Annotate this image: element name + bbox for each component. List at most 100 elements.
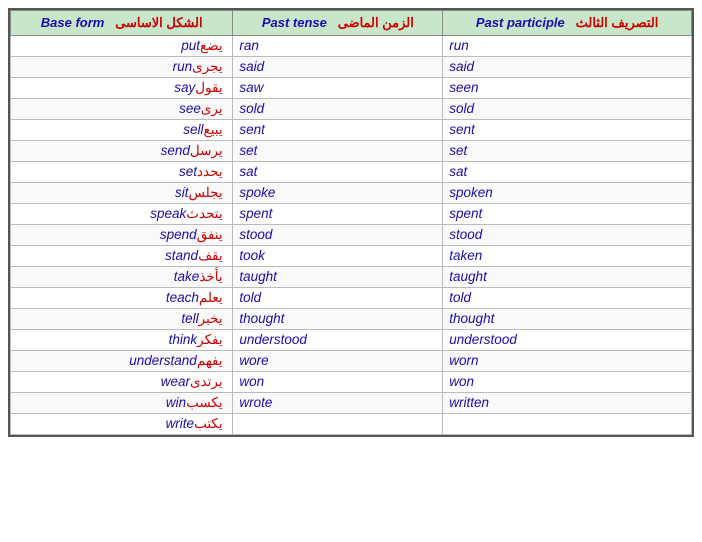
pp-cell: won: [443, 372, 692, 393]
pp-cell: set: [443, 141, 692, 162]
base-arabic: يأخذ: [199, 269, 226, 284]
base-cell: sit يجلس: [11, 183, 233, 204]
past-cell: took: [233, 246, 443, 267]
base-cell: run يجرى: [11, 57, 233, 78]
base-cell: take يأخذ: [11, 267, 233, 288]
pp-cell: taken: [443, 246, 692, 267]
base-arabic: يقول: [195, 80, 226, 95]
past-cell: understood: [233, 330, 443, 351]
base-english: win: [166, 395, 186, 410]
header-pp-ar: التصريف الثالث: [576, 15, 659, 30]
table-row: write يكتب: [11, 414, 692, 435]
past-cell: taught: [233, 267, 443, 288]
table-row: send يرسلsetset: [11, 141, 692, 162]
base-arabic: يبيع: [204, 122, 227, 137]
header-base-ar: الشكل الاساسى: [115, 15, 202, 30]
table-row: understand يفهمworeworn: [11, 351, 692, 372]
table-row: sit يجلسspokespoken: [11, 183, 692, 204]
table-row: speak يتحدثspentspent: [11, 204, 692, 225]
pp-cell: run: [443, 36, 692, 57]
base-cell: win يكسب: [11, 393, 233, 414]
past-cell: ran: [233, 36, 443, 57]
past-cell: wore: [233, 351, 443, 372]
base-english: spend: [160, 227, 197, 242]
pp-cell: thought: [443, 309, 692, 330]
base-cell: say يقول: [11, 78, 233, 99]
base-english: speak: [150, 206, 186, 221]
pp-cell: sat: [443, 162, 692, 183]
base-english: sit: [175, 185, 189, 200]
base-arabic: يحدد: [197, 164, 226, 179]
table-row: put يضع ranrun: [11, 36, 692, 57]
table-row: stand يقفtooktaken: [11, 246, 692, 267]
pp-cell: told: [443, 288, 692, 309]
base-cell: sell يبيع: [11, 120, 233, 141]
table-row: say يقولsawseen: [11, 78, 692, 99]
past-cell: wrote: [233, 393, 443, 414]
base-arabic: يقف: [198, 248, 226, 263]
base-english: stand: [165, 248, 198, 263]
base-arabic: ينفق: [197, 227, 227, 242]
past-cell: won: [233, 372, 443, 393]
base-english: write: [166, 416, 195, 431]
header-past-ar: الزمن الماضى: [338, 15, 414, 30]
base-english: wear: [161, 374, 190, 389]
table-row: wear يرتدى wonwon: [11, 372, 692, 393]
pp-cell: taught: [443, 267, 692, 288]
past-cell: spoke: [233, 183, 443, 204]
base-english: take: [174, 269, 200, 284]
pp-cell: said: [443, 57, 692, 78]
table-row: sell يبيعsentsent: [11, 120, 692, 141]
past-cell: sent: [233, 120, 443, 141]
base-english: set: [179, 164, 197, 179]
base-english: understand: [129, 353, 197, 368]
base-arabic: يفهم: [197, 353, 227, 368]
base-arabic: يرتدى: [190, 374, 226, 389]
base-arabic: يخبر: [199, 311, 227, 326]
base-cell: teach يعلم: [11, 288, 233, 309]
base-english: say: [174, 80, 195, 95]
table-row: win يكسبwrotewritten: [11, 393, 692, 414]
base-english: teach: [166, 290, 199, 305]
base-english: sell: [183, 122, 203, 137]
past-cell: spent: [233, 204, 443, 225]
base-arabic: يتحدث: [186, 206, 226, 221]
pp-cell: written: [443, 393, 692, 414]
pp-cell: worn: [443, 351, 692, 372]
past-cell: sat: [233, 162, 443, 183]
pp-cell: seen: [443, 78, 692, 99]
base-arabic: يكسب: [186, 395, 226, 410]
base-arabic: يجرى: [192, 59, 226, 74]
base-cell: speak يتحدث: [11, 204, 233, 225]
base-arabic: يجلس: [188, 185, 226, 200]
base-cell: set يحدد: [11, 162, 233, 183]
table-row: see يرىsoldsold: [11, 99, 692, 120]
base-english: send: [161, 143, 190, 158]
header-pp: Past participle التصريف الثالث: [443, 11, 692, 36]
pp-cell: [443, 414, 692, 435]
table-row: teach يعلمtoldtold: [11, 288, 692, 309]
base-english: think: [169, 332, 198, 347]
table-row: set يحددsatsat: [11, 162, 692, 183]
table-row: take يأخذtaughttaught: [11, 267, 692, 288]
base-cell: understand يفهم: [11, 351, 233, 372]
verb-table: Base form الشكل الاساسى Past tense الزمن…: [8, 8, 694, 437]
table-row: think يفكرunderstoodunderstood: [11, 330, 692, 351]
base-arabic: يرى: [201, 101, 227, 116]
past-cell: said: [233, 57, 443, 78]
base-arabic: يضع: [200, 38, 226, 53]
pp-cell: sent: [443, 120, 692, 141]
past-cell: set: [233, 141, 443, 162]
past-cell: thought: [233, 309, 443, 330]
base-cell: think يفكر: [11, 330, 233, 351]
base-english: put: [181, 38, 200, 53]
header-base: Base form الشكل الاساسى: [11, 11, 233, 36]
past-cell: [233, 414, 443, 435]
base-cell: stand يقف: [11, 246, 233, 267]
base-english: run: [173, 59, 193, 74]
base-cell: tell يخبر: [11, 309, 233, 330]
base-arabic: يعلم: [199, 290, 226, 305]
base-english: see: [179, 101, 201, 116]
past-cell: told: [233, 288, 443, 309]
header-past-en: Past tense: [262, 15, 327, 30]
